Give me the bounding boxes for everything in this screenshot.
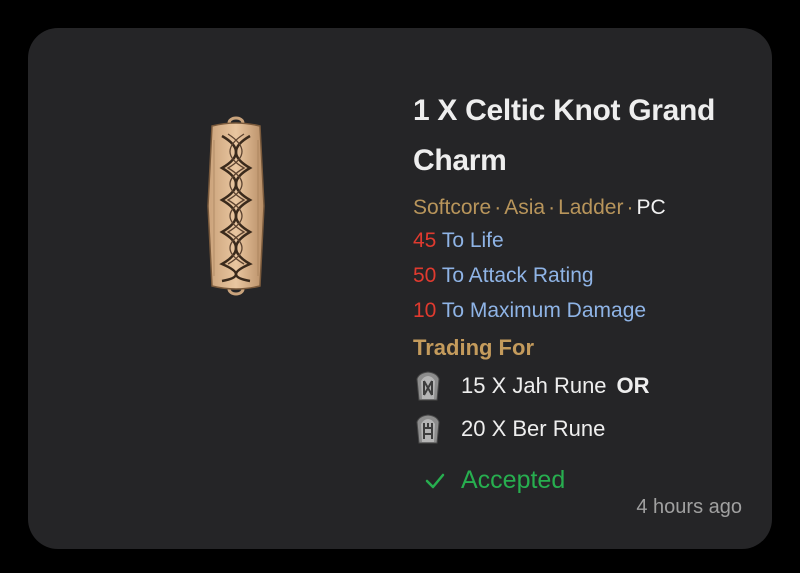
want-item-label: 20 X Ber Rune: [461, 416, 606, 441]
want-item-label: 15 X Jah Rune: [461, 373, 607, 398]
want-item-text: 20 X Ber Rune: [461, 407, 605, 450]
mode-label: Softcore: [413, 196, 492, 219]
grand-charm-icon: [204, 116, 268, 296]
want-item-ber-rune[interactable]: 20 X Ber Rune: [413, 407, 773, 450]
stat-value: 50: [413, 264, 437, 287]
platform-label: PC: [636, 196, 666, 219]
trade-listing-card[interactable]: 1 X Celtic Knot Grand Charm Softcore · Asi…: [28, 28, 772, 549]
listing-meta: Softcore · Asia · Ladder · PC: [413, 193, 773, 223]
ladder-label: Ladder: [558, 196, 624, 219]
timestamp: 4 hours ago: [636, 496, 742, 518]
stat-value: 45: [413, 229, 437, 252]
check-icon: [425, 471, 445, 491]
stat-label: To Life: [441, 229, 504, 252]
item-stat-life: 45 To Life: [413, 223, 773, 258]
stat-label: To Attack Rating: [441, 264, 594, 287]
meta-separator: ·: [548, 196, 556, 219]
trading-for-heading: Trading For: [413, 335, 534, 360]
stat-value: 10: [413, 299, 437, 322]
want-item-jah-rune[interactable]: 15 X Jah Rune OR: [413, 364, 773, 407]
jah-rune-icon: [413, 371, 443, 401]
meta-separator: ·: [494, 196, 502, 219]
status-label: Accepted: [461, 466, 566, 494]
want-item-text: 15 X Jah Rune OR: [461, 364, 650, 407]
region-label: Asia: [504, 196, 546, 219]
item-title: 1 X Celtic Knot Grand Charm: [413, 94, 716, 177]
item-stat-max-damage: 10 To Maximum Damage: [413, 293, 773, 328]
meta-separator: ·: [626, 196, 634, 219]
ber-rune-icon: [413, 414, 443, 444]
item-stat-attack-rating: 50 To Attack Rating: [413, 258, 773, 293]
or-connector: OR: [616, 373, 650, 398]
stat-label: To Maximum Damage: [441, 299, 647, 322]
listing-details: 1 X Celtic Knot Grand Charm Softcore · Asi…: [413, 86, 773, 505]
